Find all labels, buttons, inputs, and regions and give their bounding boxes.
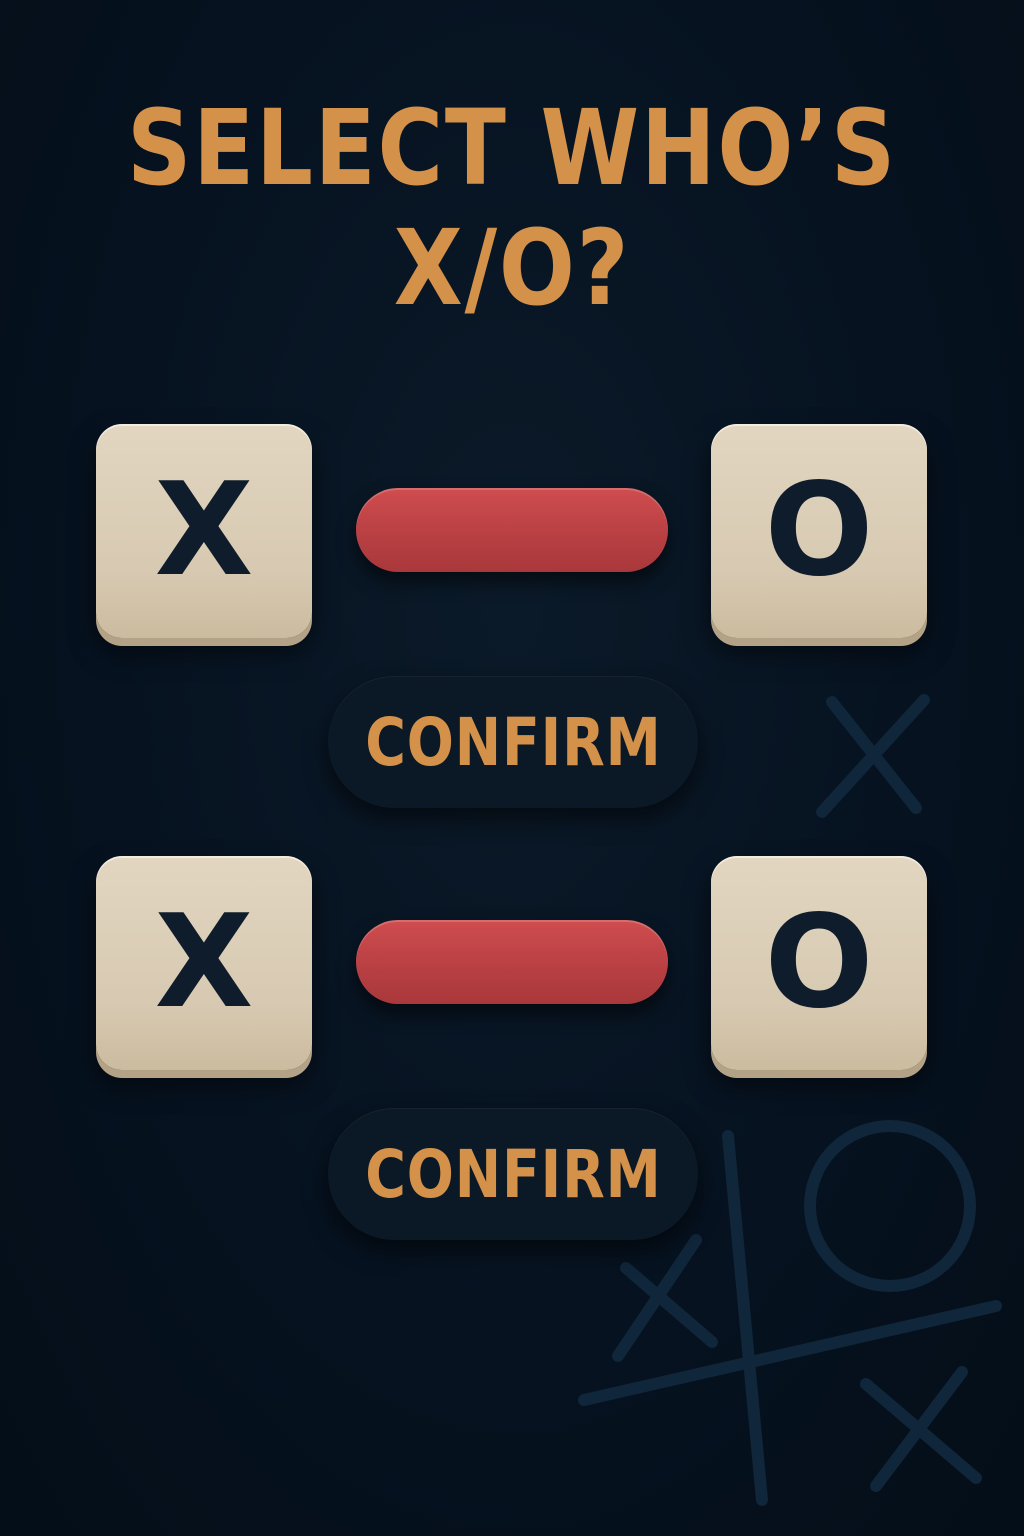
player-2-o-tile[interactable]: O [711,856,927,1070]
player-1-selection-slider[interactable] [356,488,668,572]
confirm-label: CONFIRM [364,1135,662,1213]
page-title: SELECT WHO’S X/O? [72,88,953,328]
o-letter: O [764,888,874,1037]
x-mark-icon [860,1366,982,1492]
x-letter: X [154,888,254,1037]
x-mark-icon [612,1234,718,1362]
player-1-o-tile[interactable]: O [711,424,927,638]
confirm-label: CONFIRM [364,703,662,781]
player-2-selection-slider[interactable] [356,920,668,1004]
x-mark-icon [816,694,930,818]
o-letter: O [764,456,874,605]
title-line-2: X/O? [393,207,631,329]
o-mark-icon [804,1120,976,1292]
player-1-x-tile[interactable]: X [96,424,312,638]
player-2-confirm-button[interactable]: CONFIRM [328,1108,698,1240]
player-select-screen: SELECT WHO’S X/O? X O CONFIRM X O CONFIR… [0,0,1024,1536]
x-letter: X [154,456,254,605]
player-2-x-tile[interactable]: X [96,856,312,1070]
title-line-1: SELECT WHO’S [127,87,897,209]
player-1-confirm-button[interactable]: CONFIRM [328,676,698,808]
